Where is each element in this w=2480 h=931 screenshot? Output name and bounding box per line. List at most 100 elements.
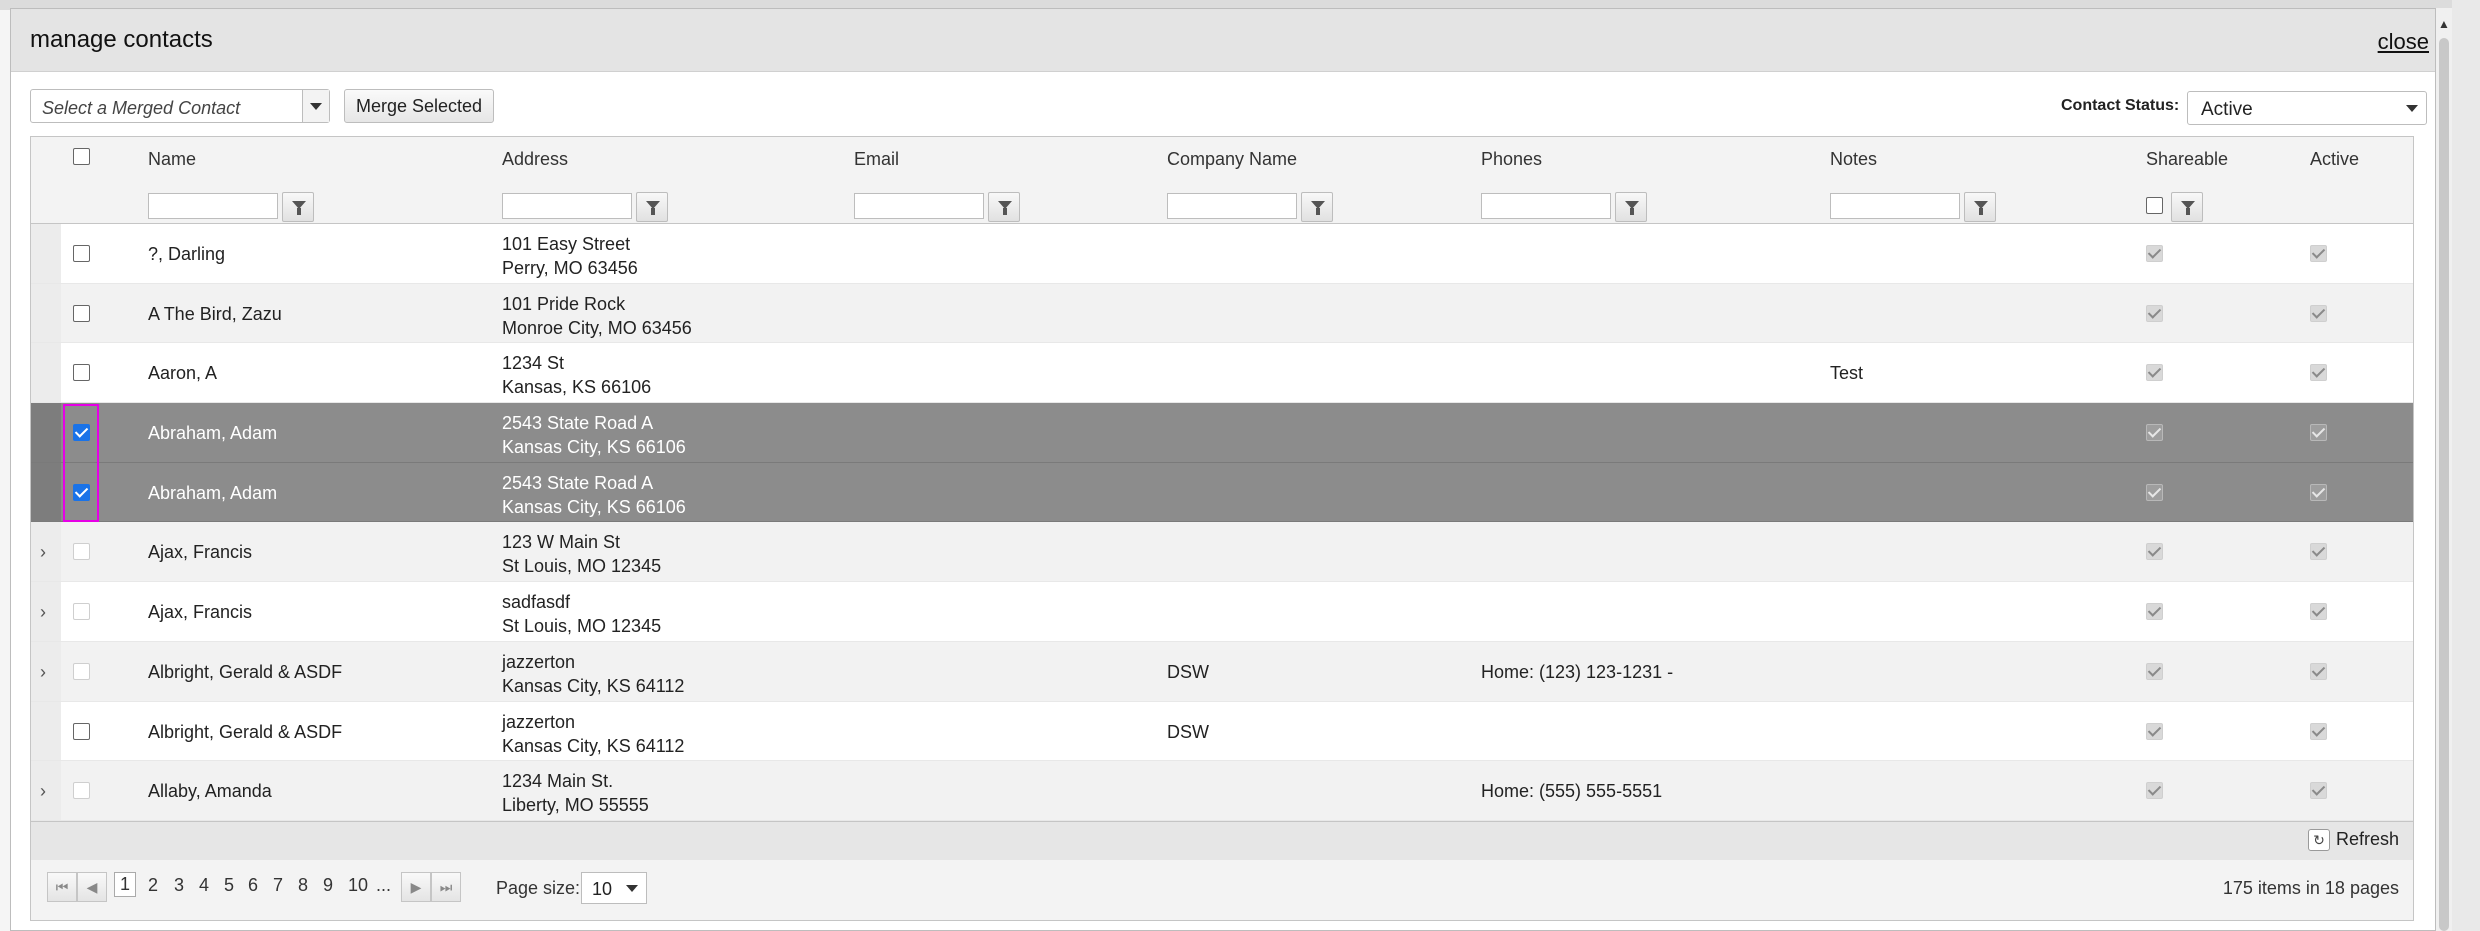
page-size-select[interactable]: 10 — [581, 872, 647, 904]
notes-filter-button[interactable] — [1964, 192, 1996, 222]
contact-name: Ajax, Francis — [148, 542, 253, 563]
address-line-2: Kansas, KS 66106 — [502, 377, 652, 398]
address-filter-button[interactable] — [636, 192, 668, 222]
contact-name: ?, Darling — [148, 244, 226, 264]
filter-icon — [1974, 201, 1988, 215]
address-line-1: 2543 State Road A — [502, 413, 654, 434]
table-row[interactable]: ?, Darling 101 Easy Street Perry, MO 63456 — [31, 224, 2413, 284]
table-row[interactable]: › Albright, Gerald & ASDF jazzerton Kansas … — [31, 641, 2413, 702]
table-row[interactable]: A The Bird, Zazu 101 Pride Rock Monroe Cit… — [31, 283, 2413, 344]
contact-name: Aaron, A — [148, 363, 218, 384]
merge-selected-button[interactable]: Merge Selected — [344, 89, 494, 123]
pager-info: 175 items in 18 pages — [2222, 878, 2399, 898]
first-page-button[interactable]: ⏮ — [47, 872, 77, 902]
row-select-checkbox[interactable] — [73, 782, 90, 800]
page-number-link[interactable]: 5 — [224, 875, 234, 896]
email-filter-button[interactable] — [988, 192, 1020, 222]
shareable-checkbox — [2146, 364, 2163, 382]
row-select-checkbox[interactable] — [73, 603, 90, 621]
active-checkbox — [2310, 543, 2327, 561]
merged-contact-combobox[interactable]: Select a Merged Contact — [30, 89, 330, 123]
contact-address: jazzerton Kansas City, KS 64112 — [502, 650, 684, 698]
page-number-link[interactable]: 6 — [248, 875, 258, 896]
grid-footer: ↻ Refresh — [31, 821, 2413, 861]
row-select-checkbox[interactable] — [73, 543, 90, 561]
row-select-checkbox[interactable] — [73, 304, 90, 322]
page-size-label: Page size: — [496, 878, 581, 898]
column-header-name[interactable]: Name — [148, 149, 196, 170]
next-page-button[interactable]: ▶ — [401, 872, 431, 902]
row-select-checkbox[interactable] — [73, 722, 90, 740]
table-row[interactable]: › Allaby, Amanda 1234 Main St. Liberty, MO … — [31, 761, 2413, 821]
table-row[interactable]: › Ajax, Francis 123 W Main St St Louis, MO … — [31, 522, 2413, 583]
row-expander-cell: › — [31, 761, 61, 820]
row-select-checkbox[interactable] — [73, 364, 90, 382]
address-line-1: 101 Easy Street — [502, 234, 631, 254]
address-line-1: 101 Pride Rock — [502, 293, 626, 314]
column-header-notes[interactable]: Notes — [1830, 149, 1877, 170]
last-page-button[interactable]: ⏭ — [431, 872, 461, 902]
table-row[interactable]: Abraham, Adam 2543 State Road A Kansas Cit… — [31, 403, 2413, 463]
name-filter-button[interactable] — [282, 192, 314, 222]
table-row[interactable]: › Ajax, Francis sadfasdf St Louis, MO 12345 — [31, 582, 2413, 642]
chevron-right-icon[interactable]: › — [40, 542, 46, 563]
manage-contacts-dialog: manage contacts close Select a Merged Co… — [10, 8, 2436, 931]
refresh-button[interactable]: ↻ Refresh — [2307, 829, 2399, 852]
address-line-1: sadfasdf — [502, 592, 571, 613]
row-expander-cell — [31, 224, 61, 283]
shareable-filter-checkbox[interactable] — [2146, 197, 2163, 214]
column-header-address[interactable]: Address — [502, 149, 568, 170]
scroll-up-arrow[interactable]: ▲ — [2436, 16, 2452, 32]
page-size-value: 10 — [592, 879, 613, 899]
page-number-link[interactable]: 8 — [298, 875, 308, 896]
address-line-2: Liberty, MO 55555 — [502, 795, 649, 816]
table-row[interactable]: Abraham, Adam 2543 State Road A Kansas Cit… — [31, 462, 2413, 523]
name-filter-input[interactable] — [148, 193, 278, 219]
pager: ⏮ ◀ 1 2 3 4 5 6 7 8 9 10... ▶ ⏭ Page size: 10 175… — [31, 860, 2413, 920]
column-header-shareable[interactable]: Shareable — [2146, 149, 2228, 170]
page-number-link[interactable]: 2 — [148, 875, 158, 896]
chevron-right-icon[interactable]: › — [40, 662, 46, 683]
column-header-company[interactable]: Company Name — [1167, 149, 1297, 170]
shareable-checkbox — [2146, 304, 2163, 322]
scrollbar-thumb[interactable] — [2439, 38, 2449, 931]
table-row[interactable]: Aaron, A 1234 St Kansas, KS 66106 Test — [31, 343, 2413, 404]
row-expander-cell: › — [31, 641, 61, 701]
page-number-link[interactable]: 7 — [273, 875, 283, 896]
shareable-filter-button[interactable] — [2171, 192, 2203, 222]
page-number-link[interactable]: 4 — [199, 875, 209, 896]
page-number-link[interactable]: 10 — [348, 875, 368, 896]
combobox-dropdown-button[interactable] — [302, 90, 329, 122]
contact-name: Abraham, Adam — [148, 482, 278, 503]
active-checkbox — [2310, 603, 2327, 621]
company-filter-button[interactable] — [1301, 192, 1333, 222]
select-all-checkbox[interactable] — [73, 148, 90, 165]
close-link[interactable]: close — [2378, 29, 2429, 55]
shareable-checkbox — [2146, 603, 2163, 621]
page-number-link[interactable]: 3 — [174, 875, 184, 896]
column-header-active[interactable]: Active — [2310, 149, 2359, 170]
previous-page-button[interactable]: ◀ — [77, 872, 107, 902]
phones-filter-button[interactable] — [1615, 192, 1647, 222]
address-filter-input[interactable] — [502, 193, 632, 219]
page-number-link[interactable]: 1 — [114, 872, 137, 897]
phones-filter-input[interactable] — [1481, 193, 1611, 219]
chevron-right-icon[interactable]: › — [40, 781, 46, 802]
table-row[interactable]: Albright, Gerald & ASDF jazzerton Kansas C… — [31, 701, 2413, 762]
email-filter-input[interactable] — [854, 193, 984, 219]
column-header-phones[interactable]: Phones — [1481, 149, 1542, 170]
chevron-right-icon[interactable]: › — [40, 602, 46, 623]
column-header-email[interactable]: Email — [854, 149, 899, 170]
contact-status-select[interactable]: Active — [2187, 91, 2427, 125]
row-select-checkbox[interactable] — [73, 662, 90, 680]
contact-address: 1234 Main St. Liberty, MO 55555 — [502, 769, 649, 817]
page-number-link[interactable]: ... — [376, 875, 391, 896]
page-number-link[interactable]: 9 — [323, 875, 333, 896]
grid-filter-row — [31, 177, 2413, 224]
notes-filter-input[interactable] — [1830, 193, 1960, 219]
row-select-checkbox[interactable] — [73, 245, 90, 262]
company-filter-input[interactable] — [1167, 193, 1297, 219]
contact-status-label: Contact Status: — [2061, 97, 2180, 114]
dialog-scrollbar[interactable]: ▲ — [2436, 8, 2452, 931]
toolbar: Select a Merged Contact Merge Selected C… — [30, 89, 2427, 129]
